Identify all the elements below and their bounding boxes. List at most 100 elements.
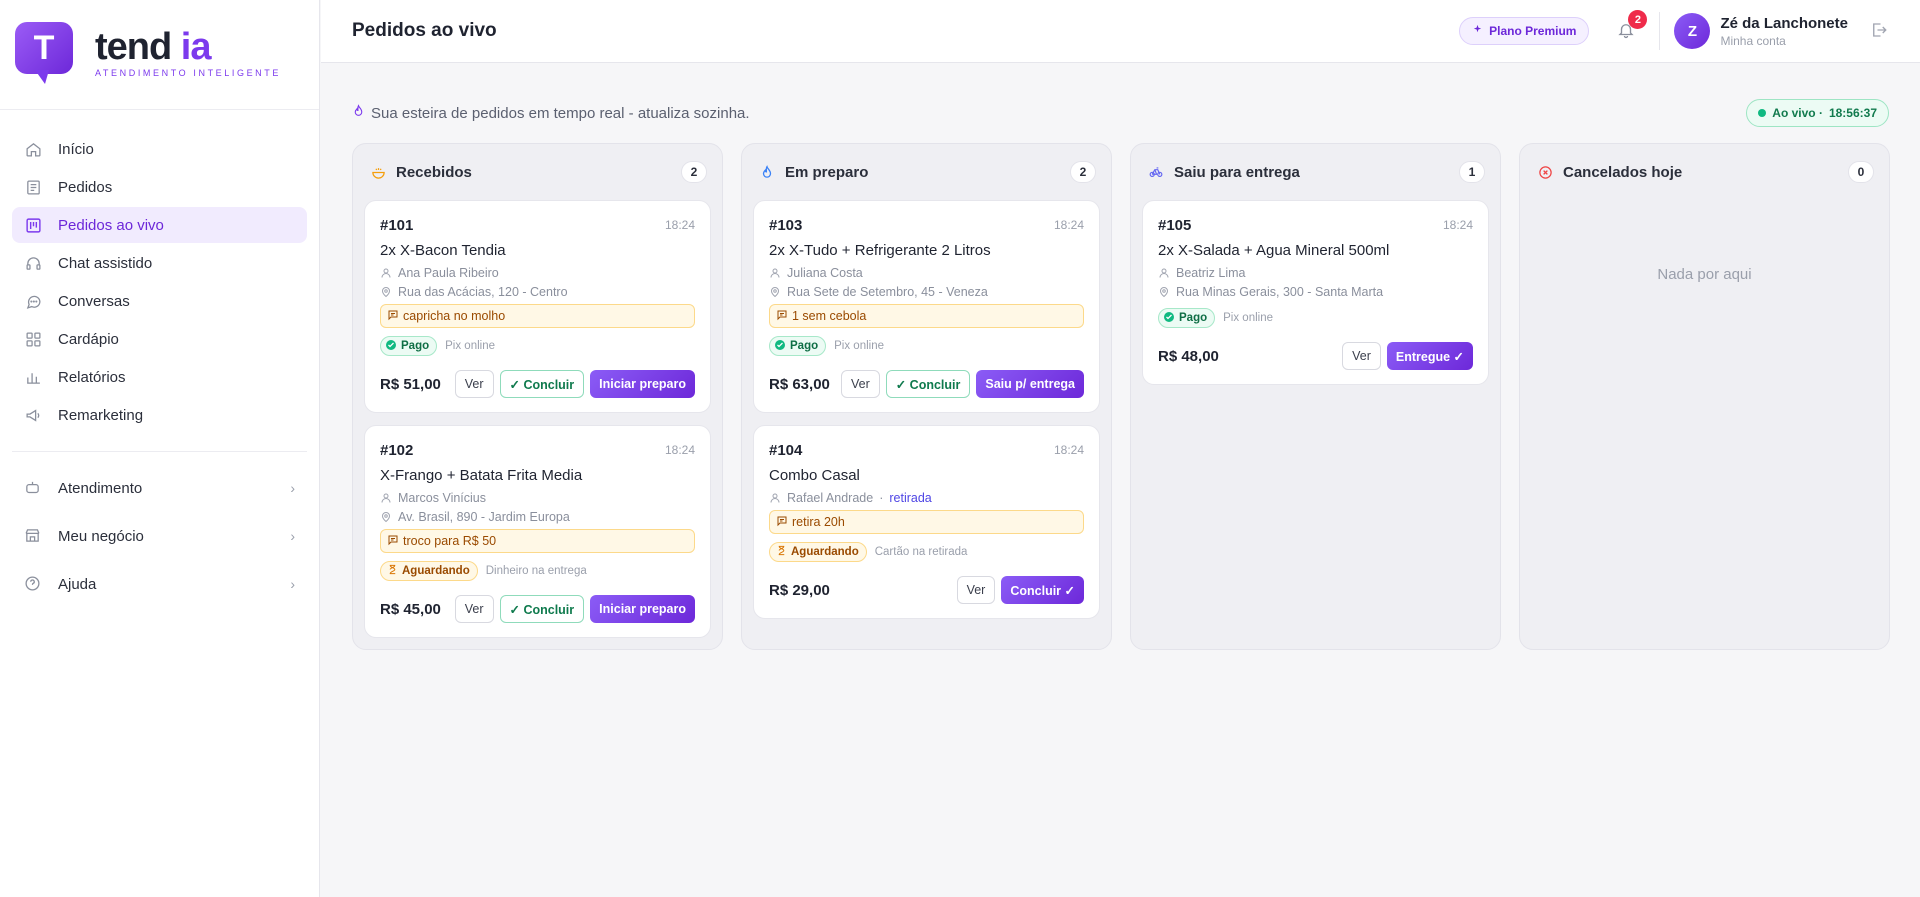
column-header: Saiu para entrega 1 [1142,144,1489,200]
conclude-order-button[interactable]: ✓ Concluir [499,370,585,398]
order-price: R$ 45,00 [380,600,441,618]
brand[interactable]: T tend ia ATENDIMENTO INTELIGENTE [0,0,319,110]
sidebar-item-pedidos[interactable]: Pedidos [12,169,307,205]
order-card[interactable]: #101 18:24 2x X-Bacon Tendia Ana Paula R… [364,200,711,413]
column-header: Cancelados hoje 0 [1531,144,1878,200]
order-time: 18:24 [1053,218,1084,232]
check-circle-icon [385,339,397,354]
conclude-order-button[interactable]: ✓ Concluir [885,370,971,398]
order-number: #104 [769,441,803,459]
premium-plan-label: Plano Premium [1489,24,1577,38]
view-order-button[interactable]: Ver [956,576,996,604]
order-items: 2x X-Bacon Tendia [380,242,506,259]
empty-state-text: Nada por aqui [1657,266,1752,283]
order-number: #103 [769,216,803,234]
sidebar-item-chat-assistido[interactable]: Chat assistido [12,245,307,281]
order-price: R$ 51,00 [380,375,441,393]
sidebar-item-pedidos-ao-vivo[interactable]: Pedidos ao vivo [12,207,307,243]
notifications-button[interactable]: 2 [1615,10,1648,42]
order-customer: Ana Paula Ribeiro [380,264,695,281]
sidebar-item-relatorios[interactable]: Relatórios [12,359,307,395]
status-badge-label: Aguardando [402,565,470,577]
logout-icon [1870,21,1888,42]
order-card-footer: R$ 48,00 Ver Entregue ✓ [1158,342,1473,370]
sidebar-group-label: Atendimento [58,479,143,497]
sidebar-item-label: Cardápio [58,330,119,348]
order-address: Av. Brasil, 890 - Jardim Europa [380,508,695,525]
view-order-button[interactable]: Ver [840,370,880,398]
order-card[interactable]: #102 18:24 X-Frango + Batata Frita Media… [364,425,711,638]
user-icon [380,267,392,279]
conclude-order-button[interactable]: ✓ Concluir [499,595,585,623]
order-note: retira 20h [769,510,1084,534]
help-circle-icon [24,575,42,593]
sidebar-group-label: Meu negócio [58,527,144,545]
sidebar-item-conversas[interactable]: Conversas [12,283,307,319]
sidebar-item-inicio[interactable]: Início [12,131,307,167]
map-pin-icon [769,286,781,298]
view-order-button[interactable]: Ver [1342,342,1381,370]
view-order-button[interactable]: Ver [454,370,494,398]
premium-plan-button[interactable]: Plano Premium [1459,17,1590,45]
sidebar-item-cardapio[interactable]: Cardápio [12,321,307,357]
order-card-footer: R$ 63,00 Ver ✓ Concluir Saiu p/ entrega [769,370,1084,398]
bike-icon [1148,164,1164,180]
live-clock: 18:56:37 [1828,106,1877,120]
address-text: Rua Sete de Setembro, 45 - Veneza [787,284,988,299]
customer-name: Ana Paula Ribeiro [398,265,499,280]
logo: T [15,22,73,86]
chevron-right-icon: › [290,576,295,592]
start-preparation-button[interactable]: Iniciar preparo [590,595,695,623]
sidebar-group-atendimento[interactable]: Atendimento › [12,468,307,508]
order-customer: Rafael Andrade · retirada [769,489,1084,506]
user-account-link: Minha conta [1720,33,1786,48]
user-icon [1158,267,1170,279]
sidebar-item-label: Pedidos [58,178,113,196]
conclude-order-button[interactable]: Concluir ✓ [1001,576,1084,604]
status-badge-paid: Pago [769,336,827,356]
order-price: R$ 48,00 [1158,347,1219,365]
customer-name: Beatriz Lima [1176,265,1246,280]
status-badge-paid: Pago [1158,308,1216,328]
page-subtitle: Sua esteira de pedidos em tempo real - a… [352,104,750,122]
start-preparation-button[interactable]: Iniciar preparo [590,370,695,398]
user-account[interactable]: Zé da Lanchonete Minha conta [1720,15,1848,48]
logout-button[interactable] [1868,20,1890,42]
order-card[interactable]: #104 18:24 Combo Casal Rafael Andrade · … [753,425,1100,619]
mark-delivered-button[interactable]: Entregue ✓ [1386,342,1473,370]
header-right: Plano Premium 2 Z Zé da Lanchonete Minha… [1459,0,1920,63]
order-card-footer: R$ 29,00 Ver Concluir ✓ [769,576,1084,604]
order-customer: Marcos Vinícius [380,489,695,506]
status-badge-pending: Aguardando [769,542,867,562]
order-time: 18:24 [664,218,695,232]
order-address: Rua das Acácias, 120 - Centro [380,283,695,300]
separator-dot: · [879,490,884,505]
sidebar-group-ajuda[interactable]: Ajuda › [12,564,307,604]
view-order-button[interactable]: Ver [454,595,494,623]
chevron-right-icon: › [290,480,295,496]
sidebar-nav: Início Pedidos Pedidos ao vivo Chat assi… [0,110,319,604]
avatar[interactable]: Z [1674,13,1711,49]
column-cancelados-hoje: Cancelados hoje 0 Nada por aqui [1519,143,1890,650]
column-header: Em preparo 2 [753,144,1100,200]
nav-divider [12,451,307,452]
order-card[interactable]: #103 18:24 2x X-Tudo + Refrigerante 2 Li… [753,200,1100,413]
status-badge-label: Aguardando [791,546,859,558]
live-indicator: Ao vivo · 18:56:37 [1746,99,1889,127]
bot-icon [24,479,42,497]
status-badge-paid: Pago [380,336,438,356]
live-label: Ao vivo · [1772,106,1823,120]
order-actions: Ver ✓ Concluir Iniciar preparo [454,595,695,623]
column-recebidos: Recebidos 2 #101 18:24 2x X-Bacon Tendia… [352,143,723,650]
column-title: Em preparo [785,163,869,181]
status-badge-label: Pago [1179,312,1208,324]
order-card[interactable]: #105 18:24 2x X-Salada + Agua Mineral 50… [1142,200,1489,385]
order-number: #102 [380,441,414,459]
user-icon [769,267,781,279]
note-text: troco para R$ 50 [403,534,497,548]
payment-method: Cartão na retirada [874,546,968,558]
sidebar-item-label: Início [58,140,94,158]
sidebar-group-meu-negocio[interactable]: Meu negócio › [12,516,307,556]
sidebar-item-remarketing[interactable]: Remarketing [12,397,307,433]
out-for-delivery-button[interactable]: Saiu p/ entrega [976,370,1084,398]
